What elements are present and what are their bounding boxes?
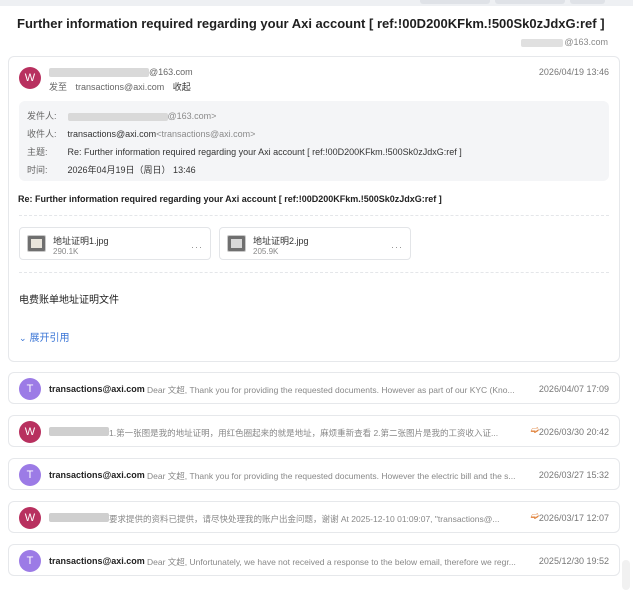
reply-subject-heading: Re: Further information required regardi… — [18, 194, 442, 204]
thread-item[interactable]: T transactions@axi.com Dear 文超, Thank yo… — [8, 372, 620, 404]
expand-quote-link[interactable]: ⌄ 展开引用 — [19, 329, 70, 344]
collapse-details-link[interactable]: 收起 — [173, 82, 191, 92]
thread-preview: 1.第一张图是我的地址证明，用红色圈起来的就是地址，麻烦重新查看 2.第二张图片… — [109, 428, 499, 438]
more-options-icon[interactable]: ··· — [191, 242, 203, 252]
thread-date: 2026/03/30 20:42 — [538, 427, 609, 437]
avatar: T — [19, 550, 41, 572]
thread-date: 2026/03/27 15:32 — [538, 470, 609, 480]
redacted-name — [49, 68, 149, 78]
thread-preview: Dear 文超, Unfortunately, we have not rece… — [147, 557, 516, 567]
thread-sender: transactions@axi.com — [49, 556, 145, 566]
to-address[interactable]: transactions@axi.com — [76, 82, 165, 92]
image-thumbnail-icon — [227, 235, 246, 252]
thread-item[interactable]: W 1.第一张图是我的地址证明，用红色圈起来的就是地址，麻烦重新查看 2.第二张… — [8, 415, 620, 447]
message-header-details: 发件人: @163.com> 收件人: transactions@axi.com… — [19, 101, 609, 181]
thread-date: 2026/03/17 12:07 — [538, 513, 609, 523]
scrollbar[interactable] — [622, 560, 630, 590]
divider — [19, 272, 609, 273]
meta-to-row: 收件人: transactions@axi.com<transactions@a… — [27, 129, 256, 139]
chevron-down-icon: ⌄ — [19, 333, 27, 343]
thread-item[interactable]: T transactions@axi.com Dear 文超, Thank yo… — [8, 458, 620, 490]
thread-item[interactable]: T transactions@axi.com Dear 文超, Unfortun… — [8, 544, 620, 576]
more-options-icon[interactable]: ··· — [391, 242, 403, 252]
meta-subject-row: 主题: Re: Further information required reg… — [27, 147, 462, 157]
paperclip-icon: ➫ — [530, 425, 539, 436]
recipient-address: @163.com — [521, 37, 608, 47]
thread-sender: transactions@axi.com — [49, 384, 145, 394]
recipient-line: 发至 transactions@axi.com 收起 — [49, 82, 191, 92]
thread-preview: Dear 文超, Thank you for providing the req… — [147, 471, 516, 481]
thread-sender: transactions@axi.com — [49, 470, 145, 480]
avatar: W — [19, 507, 41, 529]
thread-item[interactable]: W 要求提供的资料已提供，请尽快处理我的账户出金问题，谢谢 At 2025-12… — [8, 501, 620, 533]
toolbar-segment[interactable] — [570, 0, 605, 4]
email-subject: Further information required regarding y… — [17, 16, 605, 31]
message-date: 2026/04/19 13:46 — [538, 67, 609, 77]
thread-date: 2025/12/30 19:52 — [538, 556, 609, 566]
meta-from-row: 发件人: @163.com> — [27, 111, 217, 121]
attachment-card[interactable]: 地址证明2.jpg 205.9K ··· — [219, 227, 411, 260]
message-body: 电费账单地址证明文件 — [19, 295, 119, 306]
paperclip-icon: ➫ — [530, 511, 539, 522]
thread-preview: Dear 文超, Thank you for providing the req… — [147, 385, 515, 395]
avatar: T — [19, 464, 41, 486]
meta-time-row: 时间: 2026年04月19日（周日） 13:46 — [27, 165, 196, 175]
top-toolbar-strip — [0, 0, 633, 6]
avatar[interactable]: W — [19, 67, 41, 89]
avatar: W — [19, 421, 41, 443]
redacted-name — [521, 38, 564, 47]
toolbar-segment[interactable] — [495, 0, 565, 4]
toolbar-segment[interactable] — [420, 0, 490, 4]
attachment-card[interactable]: 地址证明1.jpg 290.1K ··· — [19, 227, 211, 260]
sender-address[interactable]: @163.com — [49, 67, 193, 78]
thread-date: 2026/04/07 17:09 — [538, 384, 609, 394]
email-message-card: W @163.com 发至 transactions@axi.com 收起 20… — [8, 56, 620, 362]
avatar: T — [19, 378, 41, 400]
redacted-name — [67, 112, 168, 121]
thread-preview: 要求提供的资料已提供，请尽快处理我的账户出金问题，谢谢 At 2025-12-1… — [109, 514, 500, 524]
divider — [19, 215, 609, 216]
redacted-sender — [49, 427, 109, 436]
image-thumbnail-icon — [27, 235, 46, 252]
redacted-sender — [49, 513, 109, 522]
